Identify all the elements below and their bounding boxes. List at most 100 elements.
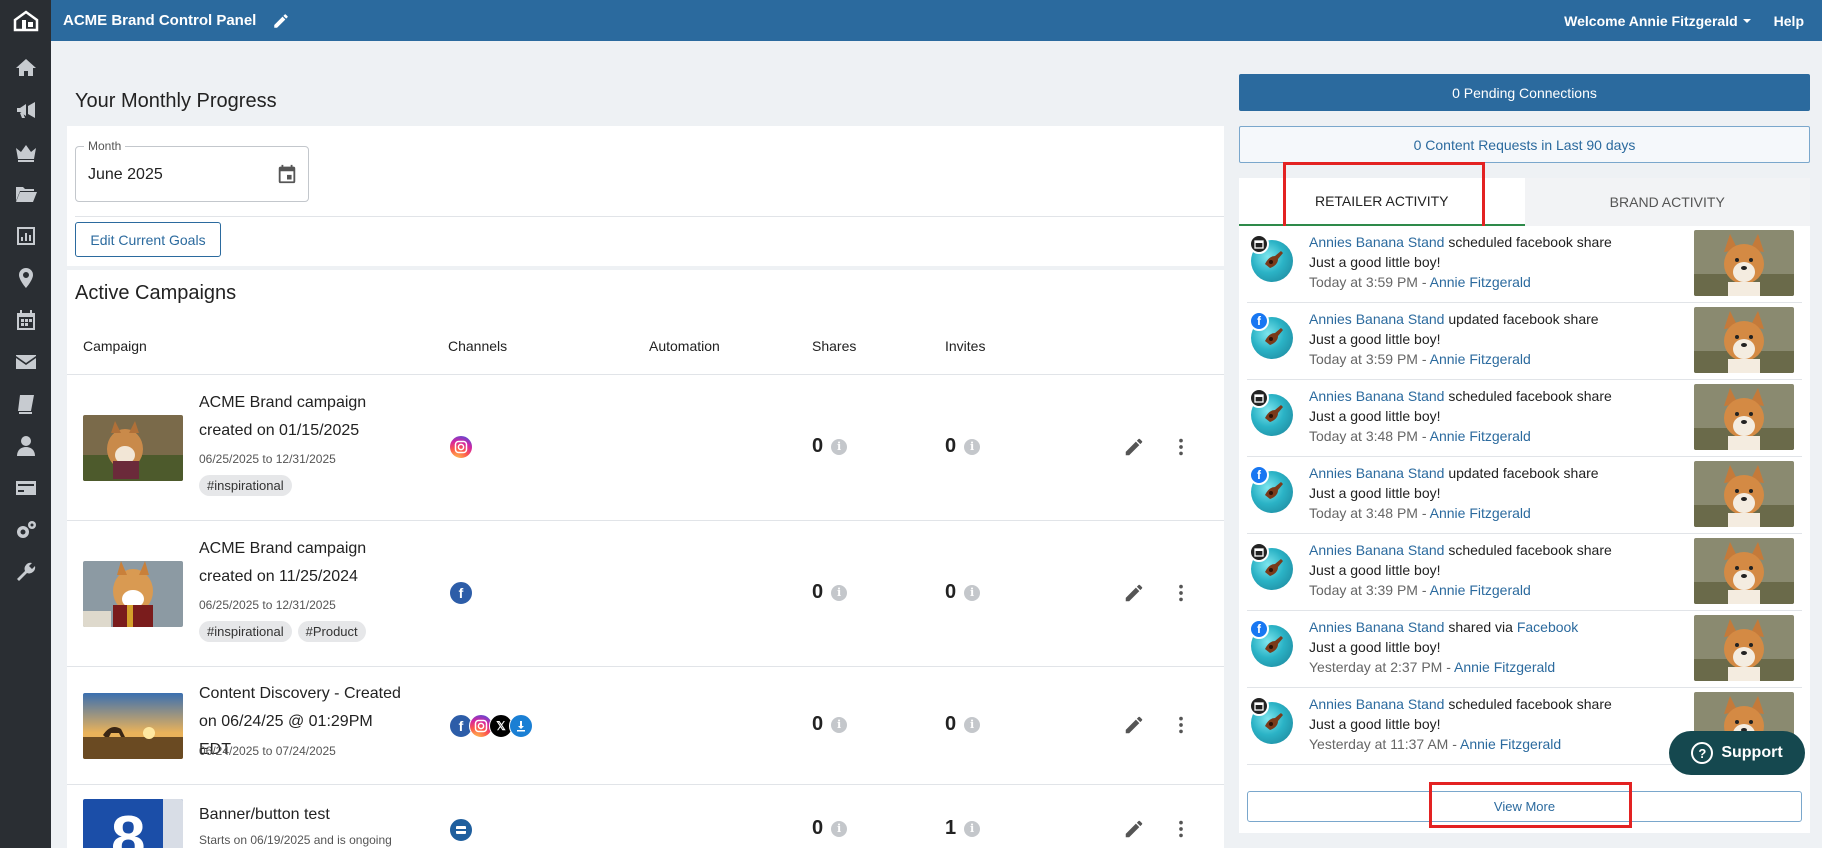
retailer-link[interactable]: Annies Banana Stand — [1309, 311, 1444, 327]
info-icon[interactable]: i — [964, 584, 981, 601]
sidebar-tools[interactable] — [0, 551, 51, 593]
view-more-button[interactable]: View More — [1247, 791, 1802, 822]
campaign-name[interactable]: Banner/button test — [199, 801, 409, 829]
more-vert-icon[interactable] — [1170, 818, 1192, 840]
retailer-avatar[interactable] — [1249, 696, 1293, 744]
month-picker[interactable]: Month June 2025 — [75, 139, 309, 202]
support-button[interactable]: ? Support — [1669, 731, 1805, 775]
retailer-link[interactable]: Annies Banana Stand — [1309, 465, 1444, 481]
info-icon[interactable]: i — [831, 584, 848, 601]
user-link[interactable]: Annie Fitzgerald — [1430, 351, 1531, 367]
calendar-icon[interactable] — [276, 163, 298, 185]
retailer-avatar[interactable] — [1249, 388, 1293, 436]
envelope-icon — [15, 355, 36, 369]
post-thumbnail[interactable] — [1694, 615, 1794, 681]
bar-chart-icon — [16, 227, 35, 245]
sidebar-files[interactable] — [0, 173, 51, 215]
retailer-avatar[interactable]: f — [1249, 311, 1293, 359]
retailer-link[interactable]: Annies Banana Stand — [1309, 234, 1444, 250]
feed-item[interactable]: f Annies Banana Stand updated facebook sh… — [1247, 303, 1802, 380]
info-icon[interactable]: i — [964, 716, 981, 733]
retailer-avatar[interactable]: f — [1249, 465, 1293, 513]
tag[interactable]: #inspirational — [199, 621, 292, 642]
feed-item[interactable]: Annies Banana Stand scheduled facebook s… — [1247, 534, 1802, 611]
sidebar-settings[interactable] — [0, 509, 51, 551]
help-link[interactable]: Help — [1774, 13, 1804, 29]
sidebar-library[interactable] — [0, 383, 51, 425]
more-vert-icon[interactable] — [1170, 436, 1192, 458]
info-icon[interactable]: i — [831, 820, 848, 837]
edit-title-pencil-icon[interactable] — [272, 12, 290, 30]
campaign-row[interactable]: 8 Banner/button test Starts on 06/19/202… — [67, 785, 1224, 848]
content-requests-button[interactable]: 0 Content Requests in Last 90 days — [1239, 126, 1810, 163]
feed-time: Today at 3:59 PM - — [1309, 351, 1430, 367]
sidebar-locations[interactable] — [0, 257, 51, 299]
post-thumbnail[interactable] — [1694, 307, 1794, 373]
retailer-link[interactable]: Annies Banana Stand — [1309, 388, 1444, 404]
info-icon[interactable]: i — [964, 438, 981, 455]
sidebar-billing[interactable] — [0, 467, 51, 509]
tag[interactable]: #inspirational — [199, 475, 292, 496]
feed-item[interactable]: f Annies Banana Stand updated facebook sh… — [1247, 457, 1802, 534]
user-link[interactable]: Annie Fitzgerald — [1454, 659, 1555, 675]
user-link[interactable]: Annie Fitzgerald — [1460, 736, 1561, 752]
retailer-avatar[interactable] — [1249, 542, 1293, 590]
feed-item[interactable]: f Annies Banana Stand shared via Facebook… — [1247, 611, 1802, 688]
campaign-name[interactable]: ACME Brand campaign created on 11/25/202… — [199, 535, 409, 591]
user-link[interactable]: Annie Fitzgerald — [1430, 505, 1531, 521]
edit-pencil-icon[interactable] — [1123, 818, 1145, 840]
feed-timestamp: Today at 3:48 PM - Annie Fitzgerald — [1309, 428, 1531, 444]
sidebar-messages[interactable] — [0, 341, 51, 383]
schedule-badge-icon — [1249, 542, 1269, 562]
user-link[interactable]: Annie Fitzgerald — [1430, 582, 1531, 598]
campaign-row[interactable]: ACME Brand campaign created on 11/25/202… — [67, 521, 1224, 667]
retailer-avatar[interactable] — [1249, 234, 1293, 282]
user-link[interactable]: Annie Fitzgerald — [1430, 428, 1531, 444]
feed-item[interactable]: Annies Banana Stand scheduled facebook s… — [1247, 226, 1802, 303]
activity-tabs: RETAILER ACTIVITY BRAND ACTIVITY — [1239, 178, 1810, 226]
tab-retailer-activity[interactable]: RETAILER ACTIVITY — [1239, 178, 1525, 226]
sidebar-calendar[interactable] — [0, 299, 51, 341]
info-icon[interactable]: i — [964, 820, 981, 837]
info-icon[interactable]: i — [831, 716, 848, 733]
edit-pencil-icon[interactable] — [1123, 436, 1145, 458]
post-thumbnail[interactable] — [1694, 538, 1794, 604]
sidebar-reports[interactable] — [0, 215, 51, 257]
post-thumbnail[interactable] — [1694, 384, 1794, 450]
post-thumbnail[interactable] — [1694, 230, 1794, 296]
info-icon[interactable]: i — [831, 438, 848, 455]
retailer-link[interactable]: Annies Banana Stand — [1309, 696, 1444, 712]
more-vert-icon[interactable] — [1170, 714, 1192, 736]
post-thumbnail[interactable] — [1694, 461, 1794, 527]
user-link[interactable]: Annie Fitzgerald — [1430, 274, 1531, 290]
retailer-link[interactable]: Annies Banana Stand — [1309, 542, 1444, 558]
campaign-name[interactable]: ACME Brand campaign created on 01/15/202… — [199, 389, 409, 445]
sidebar-brand[interactable] — [0, 131, 51, 173]
pending-connections-button[interactable]: 0 Pending Connections — [1239, 74, 1810, 111]
feed-item[interactable]: Annies Banana Stand scheduled facebook s… — [1247, 380, 1802, 457]
guitar-icon — [1265, 328, 1283, 345]
sidebar-home[interactable] — [0, 47, 51, 89]
campaigns-card: Active Campaigns Campaign Channels Autom… — [67, 270, 1224, 848]
campaigns-title: Active Campaigns — [75, 282, 237, 304]
more-vert-icon[interactable] — [1170, 582, 1192, 604]
tag[interactable]: #Product — [297, 621, 366, 642]
campaign-row[interactable]: ACME Brand campaign created on 01/15/202… — [67, 375, 1224, 521]
sidebar-campaigns[interactable] — [0, 89, 51, 131]
edit-goals-button[interactable]: Edit Current Goals — [75, 222, 221, 257]
logo[interactable] — [0, 0, 51, 41]
network-link[interactable]: Facebook — [1517, 619, 1578, 635]
sidebar-users[interactable] — [0, 425, 51, 467]
column-header-automation: Automation — [649, 338, 720, 354]
user-menu[interactable]: Welcome Annie Fitzgerald — [1564, 13, 1751, 29]
banner-icon — [449, 818, 473, 842]
welcome-text: Welcome Annie Fitzgerald — [1564, 12, 1738, 29]
edit-pencil-icon[interactable] — [1123, 582, 1145, 604]
feed-timestamp: Yesterday at 11:37 AM - Annie Fitzgerald — [1309, 736, 1561, 752]
campaign-row[interactable]: Content Discovery - Created on 06/24/25 … — [67, 667, 1224, 785]
edit-pencil-icon[interactable] — [1123, 714, 1145, 736]
facebook-badge-icon: f — [1249, 465, 1269, 485]
tab-brand-activity[interactable]: BRAND ACTIVITY — [1524, 178, 1810, 226]
retailer-avatar[interactable]: f — [1249, 619, 1293, 667]
retailer-link[interactable]: Annies Banana Stand — [1309, 619, 1444, 635]
